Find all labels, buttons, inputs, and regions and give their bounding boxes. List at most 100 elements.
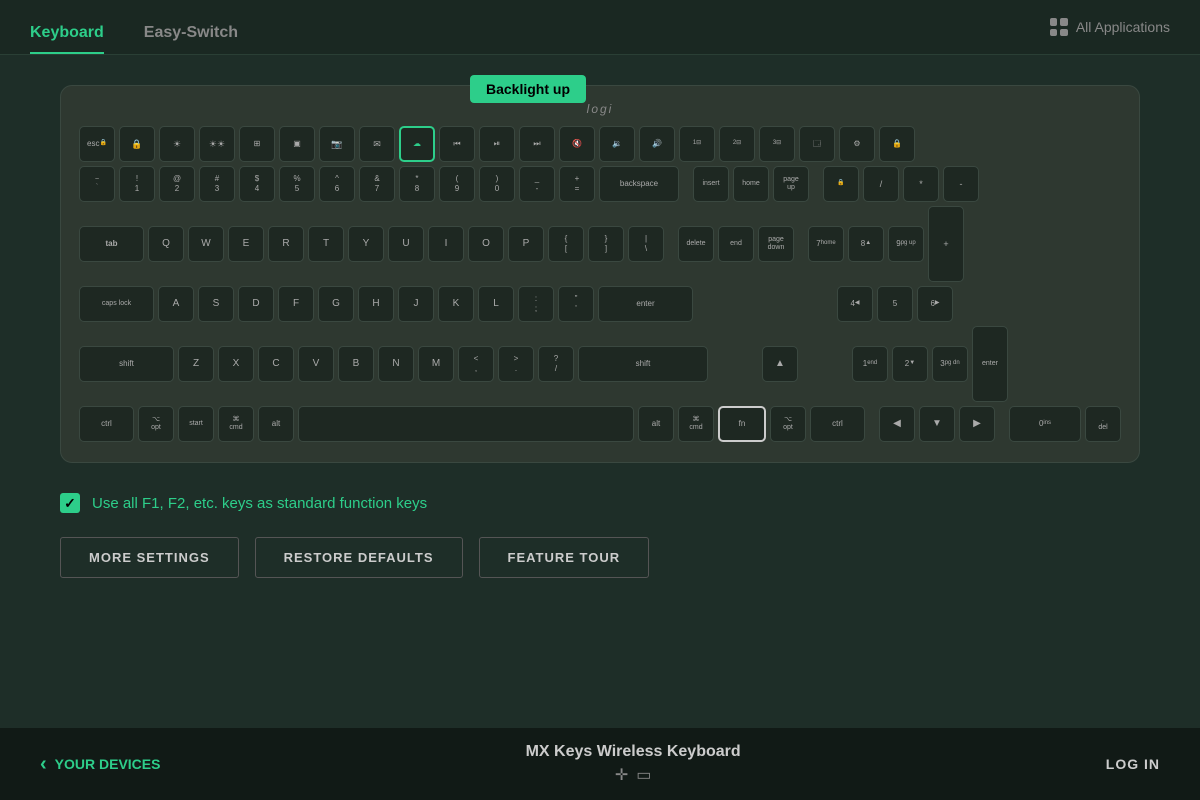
- key-capslock[interactable]: caps lock: [79, 286, 154, 322]
- key-backtick[interactable]: ~`: [79, 166, 115, 202]
- key-h[interactable]: H: [358, 286, 394, 322]
- key-6[interactable]: ^6: [319, 166, 355, 202]
- key-numplus[interactable]: +: [928, 206, 964, 282]
- key-backspace[interactable]: backspace: [599, 166, 679, 202]
- key-b[interactable]: B: [338, 346, 374, 382]
- key-n[interactable]: N: [378, 346, 414, 382]
- feature-tour-button[interactable]: FEATURE TOUR: [479, 537, 650, 578]
- key-cmd-right[interactable]: ⌘cmd: [678, 406, 714, 442]
- more-settings-button[interactable]: MORE SETTINGS: [60, 537, 239, 578]
- key-alt-right[interactable]: alt: [638, 406, 674, 442]
- key-slash[interactable]: ?/: [538, 346, 574, 382]
- key-num5[interactable]: 5: [877, 286, 913, 322]
- key-p[interactable]: P: [508, 226, 544, 262]
- key-q[interactable]: Q: [148, 226, 184, 262]
- key-cmd-left[interactable]: ⌘cmd: [218, 406, 254, 442]
- key-shift-left[interactable]: shift: [79, 346, 174, 382]
- login-button[interactable]: LOG IN: [1106, 756, 1160, 772]
- key-z[interactable]: Z: [178, 346, 214, 382]
- key-e[interactable]: E: [228, 226, 264, 262]
- key-numminus[interactable]: -: [943, 166, 979, 202]
- key-num4[interactable]: 4◀: [837, 286, 873, 322]
- key-f10[interactable]: ⏯: [479, 126, 515, 162]
- key-c[interactable]: C: [258, 346, 294, 382]
- key-f5[interactable]: ▣: [279, 126, 315, 162]
- key-semicolon[interactable]: :;: [518, 286, 554, 322]
- key-nummul[interactable]: *: [903, 166, 939, 202]
- key-k[interactable]: K: [438, 286, 474, 322]
- key-num0[interactable]: 0ins: [1009, 406, 1081, 442]
- key-vol-down[interactable]: 🔉: [599, 126, 635, 162]
- key-opt-left[interactable]: ⌥opt: [138, 406, 174, 442]
- key-screen[interactable]: 🗔: [799, 126, 835, 162]
- key-lock[interactable]: 🔒: [879, 126, 915, 162]
- key-pgup[interactable]: pageup: [773, 166, 809, 202]
- key-num6[interactable]: 6▶: [917, 286, 953, 322]
- restore-defaults-button[interactable]: RESTORE DEFAULTS: [255, 537, 463, 578]
- key-j[interactable]: J: [398, 286, 434, 322]
- key-i[interactable]: I: [428, 226, 464, 262]
- key-9[interactable]: (9: [439, 166, 475, 202]
- key-g[interactable]: G: [318, 286, 354, 322]
- key-num1[interactable]: 1end: [852, 346, 888, 382]
- key-w[interactable]: W: [188, 226, 224, 262]
- key-l[interactable]: L: [478, 286, 514, 322]
- key-start[interactable]: start: [178, 406, 214, 442]
- key-end[interactable]: end: [718, 226, 754, 262]
- key-f1[interactable]: 🔒: [119, 126, 155, 162]
- key-btn1[interactable]: 1⊟: [679, 126, 715, 162]
- key-numlock[interactable]: 🔒: [823, 166, 859, 202]
- key-f4[interactable]: ⊞: [239, 126, 275, 162]
- function-keys-checkbox[interactable]: ✓: [60, 493, 80, 513]
- all-applications-button[interactable]: All Applications: [1050, 18, 1170, 36]
- key-ctrl-right[interactable]: ctrl: [810, 406, 865, 442]
- key-minus[interactable]: _-: [519, 166, 555, 202]
- key-quote[interactable]: "': [558, 286, 594, 322]
- key-0[interactable]: )0: [479, 166, 515, 202]
- key-settings[interactable]: ⚙: [839, 126, 875, 162]
- key-4[interactable]: $4: [239, 166, 275, 202]
- key-lbracket[interactable]: {[: [548, 226, 584, 262]
- key-8[interactable]: *8: [399, 166, 435, 202]
- key-arrow-right[interactable]: ▶: [959, 406, 995, 442]
- key-insert[interactable]: insert: [693, 166, 729, 202]
- key-numdel[interactable]: .del: [1085, 406, 1121, 442]
- key-3[interactable]: #3: [199, 166, 235, 202]
- key-delete[interactable]: delete: [678, 226, 714, 262]
- key-opt-right[interactable]: ⌥opt: [770, 406, 806, 442]
- key-arrow-down[interactable]: ▼: [919, 406, 955, 442]
- key-num3[interactable]: 3pg dn: [932, 346, 968, 382]
- key-f11[interactable]: ⏭: [519, 126, 555, 162]
- key-s[interactable]: S: [198, 286, 234, 322]
- key-alt-left[interactable]: alt: [258, 406, 294, 442]
- key-period[interactable]: >.: [498, 346, 534, 382]
- key-d[interactable]: D: [238, 286, 274, 322]
- key-esc[interactable]: esc🔒: [79, 126, 115, 162]
- key-equals[interactable]: +=: [559, 166, 595, 202]
- key-f6[interactable]: 📷: [319, 126, 355, 162]
- key-pgdn[interactable]: pagedown: [758, 226, 794, 262]
- key-num9[interactable]: 9pg up: [888, 226, 924, 262]
- key-fn[interactable]: fn: [718, 406, 766, 442]
- key-comma[interactable]: <,: [458, 346, 494, 382]
- key-shift-right[interactable]: shift: [578, 346, 708, 382]
- key-7[interactable]: &7: [359, 166, 395, 202]
- key-5[interactable]: %5: [279, 166, 315, 202]
- key-numenter[interactable]: enter: [972, 326, 1008, 402]
- key-f7[interactable]: ✉: [359, 126, 395, 162]
- key-a[interactable]: A: [158, 286, 194, 322]
- key-u[interactable]: U: [388, 226, 424, 262]
- key-f8[interactable]: ☁: [399, 126, 435, 162]
- key-f2[interactable]: ☀: [159, 126, 195, 162]
- key-num2[interactable]: 2▼: [892, 346, 928, 382]
- key-btn2[interactable]: 2⊟: [719, 126, 755, 162]
- key-btn3[interactable]: 3⊟: [759, 126, 795, 162]
- key-num8[interactable]: 8▲: [848, 226, 884, 262]
- key-ctrl-left[interactable]: ctrl: [79, 406, 134, 442]
- key-space[interactable]: [298, 406, 634, 442]
- key-f12[interactable]: 🔇: [559, 126, 595, 162]
- key-t[interactable]: T: [308, 226, 344, 262]
- key-2[interactable]: @2: [159, 166, 195, 202]
- key-enter[interactable]: enter: [598, 286, 693, 322]
- key-f3[interactable]: ☀☀: [199, 126, 235, 162]
